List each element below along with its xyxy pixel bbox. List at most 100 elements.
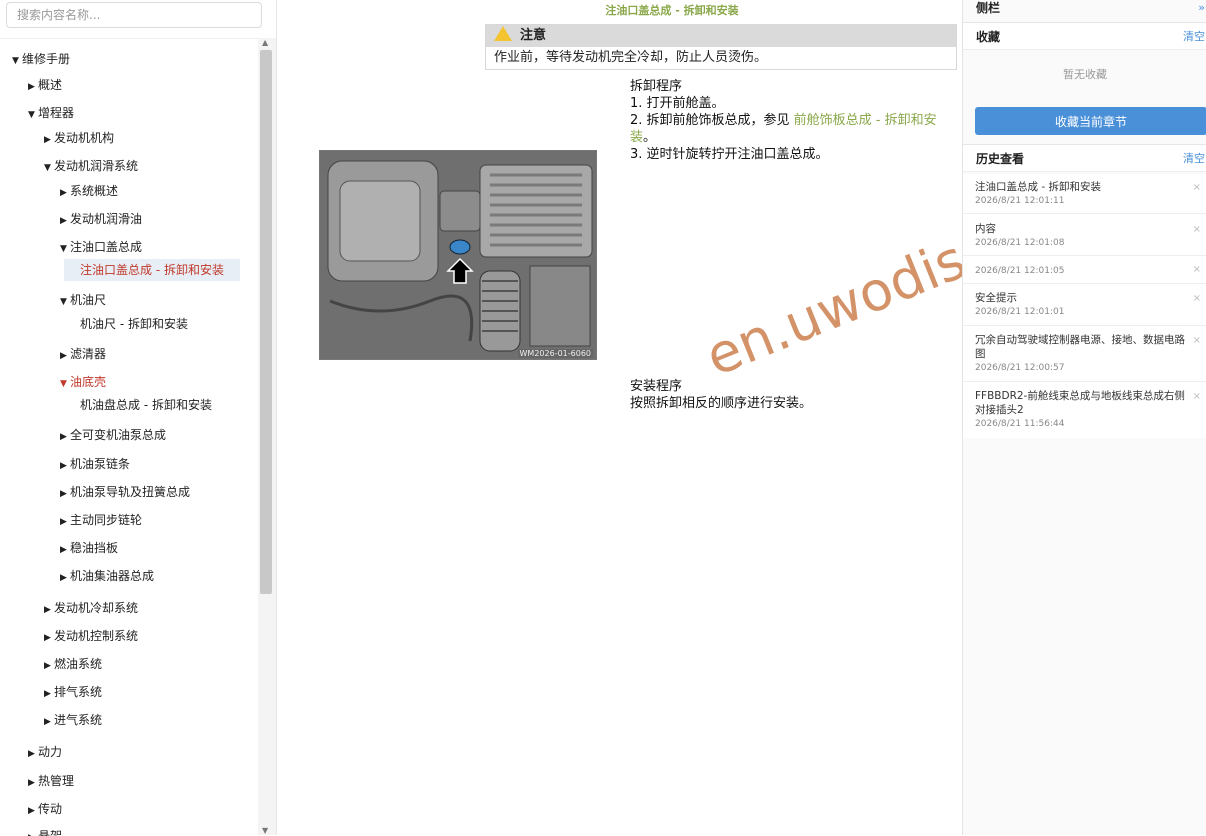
caret-right-icon: ▶ xyxy=(44,717,51,727)
caret-right-icon: ▶ xyxy=(44,633,51,643)
history-header: 历史查看 清空 xyxy=(963,144,1206,172)
caret-right-icon: ▶ xyxy=(60,351,67,361)
engine-illustration-graphic xyxy=(320,151,596,359)
close-icon[interactable]: × xyxy=(1193,224,1201,235)
history-item-title: 安全提示 xyxy=(975,292,1017,304)
tree-node-label: 排气系统 xyxy=(54,685,103,699)
scroll-up-icon[interactable]: ▲ xyxy=(262,38,268,47)
caret-right-icon: ▶ xyxy=(60,573,67,583)
tree-node-engine-cooling[interactable]: ▶ 发动机冷却系统 xyxy=(44,599,138,617)
caret-down-icon: ▼ xyxy=(60,297,67,307)
history-item[interactable]: 注油口盖总成 - 拆卸和安装 2026/8/21 12:01:11 × xyxy=(963,174,1206,214)
history-item-title: 内容 xyxy=(975,223,996,235)
tree-leaf-oil-pan-removal[interactable]: 机油盘总成 - 拆卸和安装 xyxy=(80,396,212,414)
tree-node-oil-pump-chain[interactable]: ▶ 机油泵链条 xyxy=(60,455,130,473)
navigation-panel: ▼维修手册 ▶概述 ▼增程器 ▶发动机机构 ▼发动机润滑系统 ▶系统概述 ▶发动… xyxy=(0,0,277,836)
tree-node-intake-system[interactable]: ▶ 进气系统 xyxy=(44,711,102,729)
caret-right-icon: ▶ xyxy=(60,216,67,226)
caret-down-icon: ▼ xyxy=(12,56,19,66)
install-text: 按照拆卸相反的顺序进行安装。 xyxy=(630,396,813,411)
history-item[interactable]: 冗余自动驾驶域控制器电源、接地、数据电路图 2026/8/21 12:00:57… xyxy=(963,326,1206,382)
favorites-empty-text: 暂无收藏 xyxy=(1063,68,1107,81)
tree-node-fuel-system[interactable]: ▶ 燃油系统 xyxy=(44,655,102,673)
tree-node-label: 稳油挡板 xyxy=(70,541,119,555)
tree-node-filter[interactable]: ▶ 滤清器 xyxy=(60,345,106,363)
tree-node-label: 机油尺 xyxy=(70,293,107,307)
tree-leaf-dipstick-removal[interactable]: 机油尺 - 拆卸和安装 xyxy=(80,315,188,333)
tree-node-manual[interactable]: ▼ 维修手册 xyxy=(12,50,70,68)
history-item-time: 2026/8/21 12:00:57 xyxy=(975,363,1065,373)
tree-node-label: 发动机控制系统 xyxy=(54,629,139,643)
tree-node-oil-filler-cap[interactable]: ▼ 注油口盖总成 xyxy=(60,238,142,256)
tree-scrollbar[interactable]: ▲ ▼ xyxy=(258,38,276,835)
tree-node-system-overview[interactable]: ▶ 系统概述 xyxy=(60,182,118,200)
close-icon[interactable]: × xyxy=(1193,391,1201,402)
tree-node-thermal[interactable]: ▶ 热管理 xyxy=(28,772,74,790)
clear-history-link[interactable]: 清空 xyxy=(1183,145,1205,173)
tree-node-range-extender[interactable]: ▼ 增程器 xyxy=(28,104,74,122)
warning-icon xyxy=(494,26,512,41)
tree-node-engine-control[interactable]: ▶ 发动机控制系统 xyxy=(44,627,138,645)
history-item-time: 2026/8/21 12:01:11 xyxy=(975,196,1065,206)
caret-right-icon: ▶ xyxy=(28,82,35,92)
close-icon[interactable]: × xyxy=(1193,182,1201,193)
tree-node-label: 动力 xyxy=(38,745,63,759)
tree-node-drive-sprocket[interactable]: ▶ 主动同步链轮 xyxy=(60,511,142,529)
step-1: 1. 打开前舱盖。 xyxy=(630,96,725,111)
history-item-title: 注油口盖总成 - 拆卸和安装 xyxy=(975,181,1101,193)
tree-node-label: 进气系统 xyxy=(54,713,103,727)
tree-node-dipstick[interactable]: ▼ 机油尺 xyxy=(60,291,106,309)
caution-box: 注意 作业前，等待发动机完全冷却，防止人员烫伤。 xyxy=(485,24,957,70)
tree-node-variable-oil-pump[interactable]: ▶ 全可变机油泵总成 xyxy=(60,426,166,444)
caret-right-icon: ▶ xyxy=(60,517,67,527)
tree-node-baffle[interactable]: ▶ 稳油挡板 xyxy=(60,539,118,557)
tree-node-oil-pan[interactable]: ▼ 油底壳 xyxy=(60,373,106,391)
tree-node-label: 燃油系统 xyxy=(54,657,103,671)
caret-right-icon: ▶ xyxy=(28,749,35,759)
tree-node-exhaust-system[interactable]: ▶ 排气系统 xyxy=(44,683,102,701)
close-icon[interactable]: × xyxy=(1193,264,1201,275)
step-2: 2. 拆卸前舱饰板总成，参见 前舱饰板总成 - 拆卸和安装。 xyxy=(630,112,956,146)
search-input[interactable] xyxy=(6,2,262,28)
caret-down-icon: ▼ xyxy=(28,110,35,120)
tree-node-transmission[interactable]: ▶ 传动 xyxy=(28,800,62,818)
tree-node-label: 主动同步链轮 xyxy=(70,513,143,527)
scroll-down-icon[interactable]: ▼ xyxy=(262,826,268,835)
tree-node-label: 发动机润滑油 xyxy=(70,212,143,226)
tree-node-engine-lubrication[interactable]: ▼ 发动机润滑系统 xyxy=(44,157,138,175)
tree-node-oil-pump-guide[interactable]: ▶ 机油泵导轨及扭簧总成 xyxy=(60,483,190,501)
tree-node-oil-collector[interactable]: ▶ 机油集油器总成 xyxy=(60,567,154,585)
caret-down-icon: ▼ xyxy=(44,163,51,173)
history-item[interactable]: 安全提示 2026/8/21 12:01:01 × xyxy=(963,284,1206,326)
caret-right-icon: ▶ xyxy=(44,661,51,671)
engine-bay-illustration: WM2026-01-6060 xyxy=(319,150,597,360)
caret-down-icon: ▼ xyxy=(60,244,67,254)
add-favorite-button[interactable]: 收藏当前章节 xyxy=(975,107,1206,135)
history-item-time: 2026/8/21 12:01:01 xyxy=(975,307,1065,317)
history-title: 历史查看 xyxy=(976,152,1025,166)
clear-favorites-link[interactable]: 清空 xyxy=(1183,23,1205,51)
history-item[interactable]: 2026/8/21 12:01:05 × xyxy=(963,256,1206,284)
history-item[interactable]: FFBBDR2-前舱线束总成与地板线束总成右侧对接插头2 2026/8/21 1… xyxy=(963,382,1206,438)
tree-node-label: 维修手册 xyxy=(22,52,71,66)
tree-leaf-oil-filler-cap-removal-active[interactable]: 注油口盖总成 - 拆卸和安装 xyxy=(64,259,240,281)
tree-node-label: 机油泵导轨及扭簧总成 xyxy=(70,485,191,499)
collapse-sidebar-icon[interactable]: » xyxy=(1198,0,1205,22)
tree-node-engine-mechanism[interactable]: ▶ 发动机机构 xyxy=(44,129,114,147)
close-icon[interactable]: × xyxy=(1193,335,1201,346)
tree-node-label: 发动机冷却系统 xyxy=(54,601,139,615)
step-2-suffix: 。 xyxy=(643,130,657,145)
manual-tree: ▼ 维修手册 ▶ 概述 ▼ 增程器 ▶ 发动机机构 ▼ 发动机润滑系统 ▶ 系统概述 ▶ 发动… xyxy=(0,38,258,836)
caret-right-icon: ▶ xyxy=(60,188,67,198)
scroll-thumb[interactable] xyxy=(260,50,272,594)
tree-node-power[interactable]: ▶ 动力 xyxy=(28,743,62,761)
history-item[interactable]: 内容 2026/8/21 12:01:08 × xyxy=(963,214,1206,256)
tree-node-engine-oil[interactable]: ▶ 发动机润滑油 xyxy=(60,210,142,228)
close-icon[interactable]: × xyxy=(1193,293,1201,304)
tree-node-label: 全可变机油泵总成 xyxy=(70,428,167,442)
tree-node-overview[interactable]: ▶ 概述 xyxy=(28,76,62,94)
caret-right-icon: ▶ xyxy=(28,778,35,788)
history-item-time: 2026/8/21 12:01:05 xyxy=(975,266,1065,276)
caret-right-icon: ▶ xyxy=(60,432,67,442)
caret-right-icon: ▶ xyxy=(44,605,51,615)
